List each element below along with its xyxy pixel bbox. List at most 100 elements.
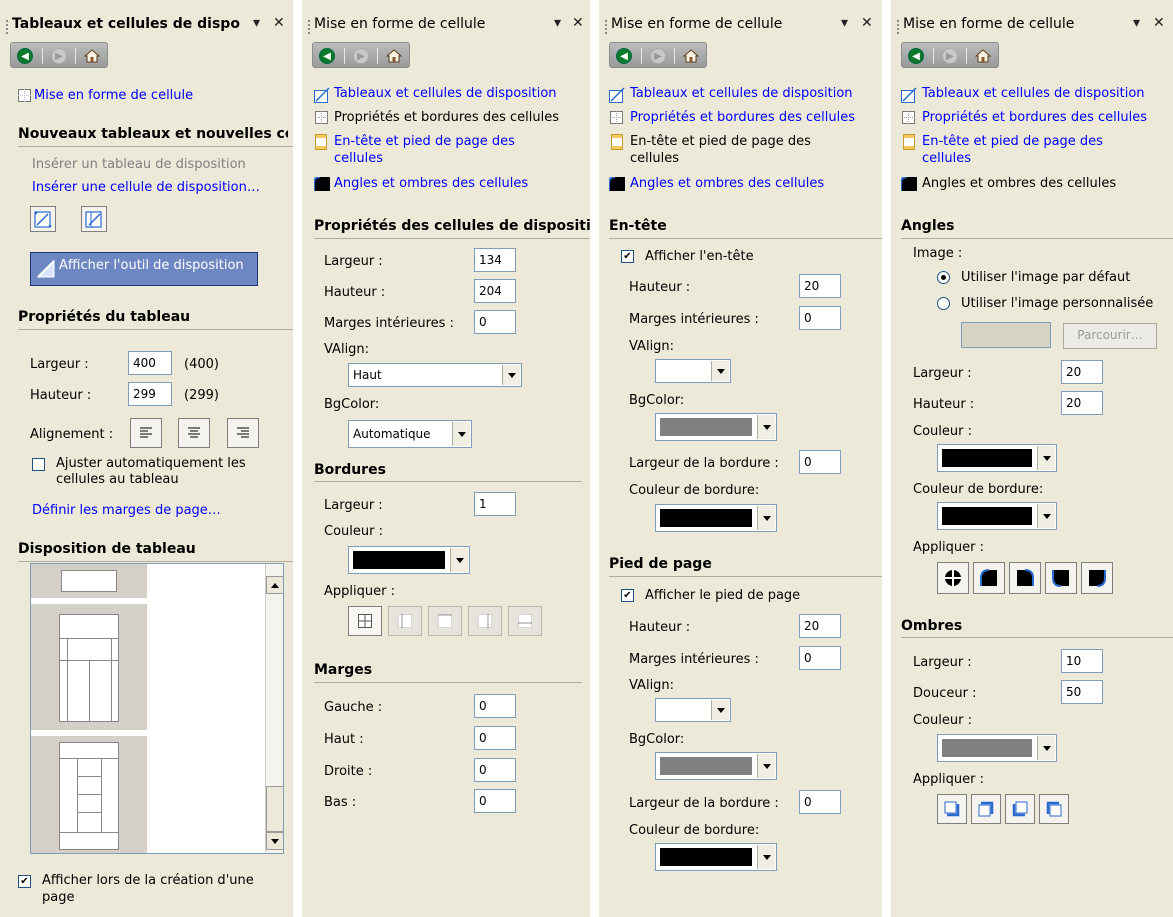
- chevron-down-icon[interactable]: [711, 700, 729, 720]
- align-center-button[interactable]: [178, 418, 210, 448]
- layout-gallery[interactable]: [30, 563, 284, 854]
- cell-padding-input[interactable]: 0: [474, 310, 516, 334]
- link-header-footer[interactable]: En-tête et pied de page des: [334, 134, 515, 149]
- pane-menu-icon[interactable]: ▾: [554, 15, 561, 31]
- shadow-color-select[interactable]: [937, 734, 1057, 762]
- header-valign-select[interactable]: [655, 359, 731, 383]
- table-height-input[interactable]: 299: [128, 382, 172, 406]
- cell-width-input[interactable]: 134: [474, 248, 516, 272]
- custom-image-radio[interactable]: [937, 297, 950, 310]
- back-button[interactable]: ◀: [906, 46, 926, 66]
- corner-width-input[interactable]: 20: [1061, 360, 1103, 384]
- link-header-footer-2[interactable]: cellules: [922, 151, 971, 166]
- align-left-button[interactable]: [130, 418, 162, 448]
- chevron-down-icon[interactable]: [1037, 736, 1055, 760]
- chevron-down-icon[interactable]: [711, 361, 729, 381]
- default-image-radio[interactable]: [937, 271, 950, 284]
- border-outer-button[interactable]: [388, 606, 422, 636]
- margin-left-input[interactable]: 0: [474, 694, 516, 718]
- show-header-checkbox[interactable]: ✔: [621, 250, 634, 263]
- close-icon[interactable]: ✕: [1153, 15, 1165, 31]
- gallery-scrollbar[interactable]: [265, 564, 283, 853]
- bgcolor-select[interactable]: Automatique: [348, 420, 472, 448]
- layout-thumb-3[interactable]: [31, 736, 147, 853]
- link-cell-props[interactable]: Propriétés et bordures des cellules: [922, 110, 1147, 125]
- chevron-down-icon[interactable]: [1037, 504, 1055, 528]
- scroll-up-button[interactable]: [266, 576, 283, 594]
- header-height-input[interactable]: 20: [799, 274, 841, 298]
- header-padding-input[interactable]: 0: [799, 306, 841, 330]
- close-icon[interactable]: ✕: [572, 15, 584, 31]
- link-corners-shadows[interactable]: Angles et ombres des cellules: [334, 176, 528, 191]
- pane-menu-icon[interactable]: ▾: [1133, 15, 1140, 31]
- browse-button[interactable]: Parcourir…: [1063, 323, 1157, 349]
- margin-bottom-input[interactable]: 0: [474, 789, 516, 813]
- border-color-select[interactable]: [348, 546, 470, 574]
- link-corners-shadows[interactable]: Angles et ombres des cellules: [630, 176, 824, 191]
- home-button[interactable]: [973, 46, 993, 66]
- close-icon[interactable]: ✕: [861, 15, 873, 31]
- chevron-down-icon[interactable]: [452, 422, 470, 446]
- forward-button[interactable]: ▶: [648, 46, 668, 66]
- softness-input[interactable]: 50: [1061, 680, 1103, 704]
- border-all-button[interactable]: [348, 606, 382, 636]
- back-button[interactable]: ◀: [614, 46, 634, 66]
- border-right-button[interactable]: [468, 606, 502, 636]
- chevron-down-icon[interactable]: [757, 754, 775, 778]
- link-layout-tables[interactable]: Tableaux et cellules de disposition: [334, 86, 557, 101]
- link-header-footer-2[interactable]: cellules: [334, 151, 383, 166]
- scroll-down-button[interactable]: [266, 832, 283, 850]
- cell-height-input[interactable]: 204: [474, 279, 516, 303]
- scroll-thumb[interactable]: [266, 786, 283, 832]
- forward-button[interactable]: ▶: [351, 46, 371, 66]
- pane-menu-icon[interactable]: ▾: [253, 15, 260, 31]
- grip-handle[interactable]: [308, 20, 311, 34]
- chevron-down-icon[interactable]: [757, 415, 775, 439]
- link-layout-tables[interactable]: Tableaux et cellules de disposition: [922, 86, 1145, 101]
- footer-border-color-select[interactable]: [655, 843, 777, 871]
- page-margins-link[interactable]: Définir les marges de page…: [32, 503, 221, 518]
- border-width-input[interactable]: 1: [474, 492, 516, 516]
- grip-handle[interactable]: [605, 20, 608, 34]
- header-border-color-select[interactable]: [655, 504, 777, 532]
- chevron-down-icon[interactable]: [757, 506, 775, 530]
- show-layout-tool-button[interactable]: Afficher l'outil de disposition: [30, 252, 258, 286]
- layout-thumb-2[interactable]: [31, 604, 147, 730]
- show-on-create-checkbox[interactable]: ✔: [18, 875, 31, 888]
- link-header-footer[interactable]: En-tête et pied de page des: [922, 134, 1103, 149]
- draw-cell-button[interactable]: [81, 206, 107, 232]
- show-footer-checkbox[interactable]: ✔: [621, 589, 634, 602]
- pane-menu-icon[interactable]: ▾: [841, 15, 848, 31]
- corner-height-input[interactable]: 20: [1061, 391, 1103, 415]
- header-border-width-input[interactable]: 0: [799, 450, 841, 474]
- home-button[interactable]: [82, 46, 102, 66]
- border-top-button[interactable]: [428, 606, 462, 636]
- link-layout-tables[interactable]: Tableaux et cellules de disposition: [630, 86, 853, 101]
- margin-right-input[interactable]: 0: [474, 758, 516, 782]
- corner-all-button[interactable]: [937, 562, 969, 594]
- corner-top-left-button[interactable]: [973, 562, 1005, 594]
- home-button[interactable]: [681, 46, 701, 66]
- grip-handle[interactable]: [897, 20, 900, 34]
- home-button[interactable]: [384, 46, 404, 66]
- valign-select[interactable]: Haut: [348, 363, 522, 387]
- corner-border-color-select[interactable]: [937, 502, 1057, 530]
- forward-button[interactable]: ▶: [49, 46, 69, 66]
- border-bottom-button[interactable]: [508, 606, 542, 636]
- link-cell-format[interactable]: Mise en forme de cellule: [34, 88, 193, 103]
- header-bgcolor-select[interactable]: [655, 413, 777, 441]
- table-width-input[interactable]: 400: [128, 351, 172, 375]
- footer-height-input[interactable]: 20: [799, 614, 841, 638]
- draw-table-button[interactable]: [30, 206, 56, 232]
- link-cell-props[interactable]: Propriétés et bordures des cellules: [630, 110, 855, 125]
- forward-button[interactable]: ▶: [940, 46, 960, 66]
- footer-bgcolor-select[interactable]: [655, 752, 777, 780]
- corner-top-right-button[interactable]: [1009, 562, 1041, 594]
- chevron-down-icon[interactable]: [450, 548, 468, 572]
- back-button[interactable]: ◀: [15, 46, 35, 66]
- grip-handle[interactable]: [6, 20, 9, 34]
- footer-padding-input[interactable]: 0: [799, 646, 841, 670]
- shadow-width-input[interactable]: 10: [1061, 649, 1103, 673]
- back-button[interactable]: ◀: [317, 46, 337, 66]
- shadow-top-right-button[interactable]: [971, 794, 1001, 824]
